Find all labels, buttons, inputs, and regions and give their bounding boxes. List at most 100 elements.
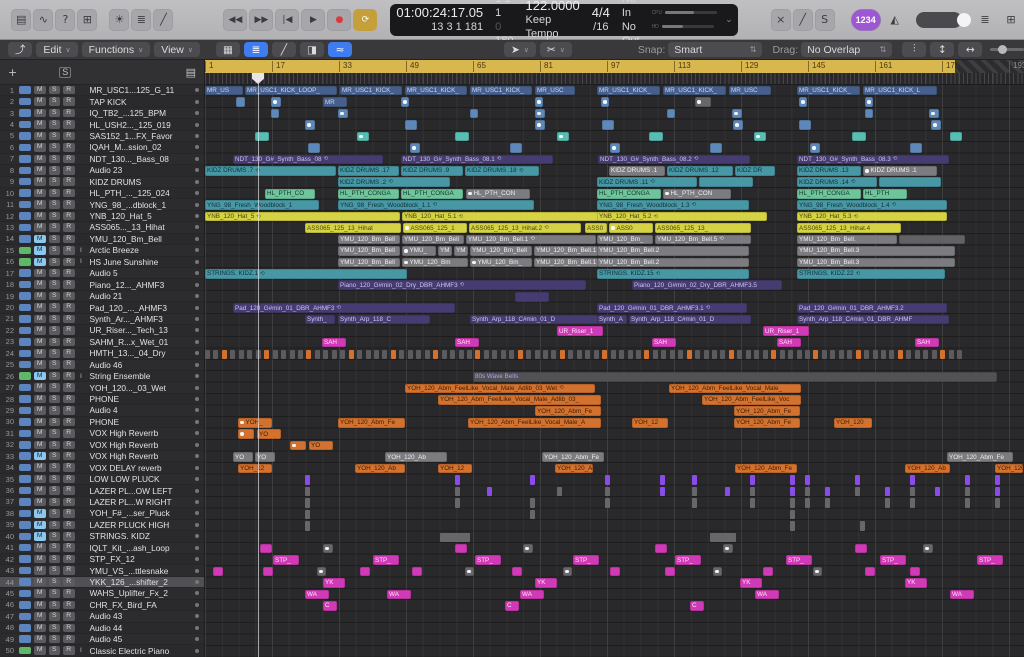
region[interactable] (323, 544, 333, 554)
track-header-row[interactable]: 18MSRPiano_12..._AHMF3 (0, 279, 204, 290)
region[interactable]: YOH_12 (632, 418, 668, 428)
region[interactable]: ASS065_125_13_Hihat.4 (797, 223, 901, 233)
midi-note-region[interactable] (605, 475, 610, 485)
region[interactable]: MR_USC1_KICK_ (340, 86, 402, 96)
mute-button[interactable]: M (34, 177, 46, 186)
region[interactable] (763, 567, 773, 577)
region[interactable]: WA (755, 590, 779, 600)
track-name[interactable]: LAZER PLUCK HIGH (86, 520, 193, 530)
region[interactable] (733, 120, 743, 130)
track-header-row[interactable]: 28MSRPHONE (0, 394, 204, 405)
solo-button[interactable]: S (49, 635, 61, 644)
region[interactable]: HL_PTH_CON (466, 189, 530, 199)
region[interactable] (899, 235, 965, 245)
percussion-hit-region[interactable] (704, 350, 709, 359)
region[interactable] (238, 429, 254, 439)
region[interactable]: YOH_ (238, 418, 272, 428)
record-enable-button[interactable]: R (63, 200, 75, 209)
solo-button[interactable]: S (49, 189, 61, 198)
mute-button[interactable]: M (34, 383, 46, 392)
midi-note-region[interactable] (910, 498, 915, 508)
region[interactable]: YO (233, 452, 253, 462)
midi-note-region[interactable] (605, 498, 610, 508)
track-header-row[interactable]: 37MSRLAZER PL...W RIGHT (0, 497, 204, 508)
percussion-hit-region-orange[interactable] (264, 350, 269, 359)
mute-button[interactable]: M (34, 155, 46, 164)
percussion-hit-region-orange[interactable] (222, 350, 227, 359)
region[interactable] (865, 97, 873, 107)
track-name[interactable]: Arctic Breeze (86, 245, 193, 255)
percussion-hit-region-orange[interactable] (644, 350, 649, 359)
region[interactable]: C (323, 601, 337, 611)
record-enable-button[interactable]: R (63, 303, 75, 312)
midi-note-region[interactable] (660, 487, 665, 497)
region[interactable]: YMU_120_Bm_Bell. (797, 235, 897, 245)
region[interactable]: SAH (455, 338, 479, 348)
percussion-hit-region[interactable] (957, 350, 962, 359)
percussion-hit-region[interactable] (788, 350, 793, 359)
region[interactable] (754, 132, 766, 142)
track-header-row[interactable]: 9MSRKIDZ DRUMS (0, 177, 204, 188)
region[interactable] (360, 567, 370, 577)
region[interactable]: KIDZ DRUMS .12 (667, 166, 733, 176)
midi-note-region[interactable] (855, 475, 860, 485)
track-header-row[interactable]: 42MSRSTP_FX_12 (0, 554, 204, 565)
region[interactable]: HL_PTH_CONGA (338, 189, 399, 199)
track-header-row[interactable]: 20MSRPad_120_..._AHMF3 (0, 302, 204, 313)
solo-button[interactable]: S (49, 475, 61, 484)
region[interactable]: YNB_120_Hat_5.1⟲ (402, 212, 612, 222)
mute-button[interactable]: M (34, 441, 46, 450)
region[interactable]: YOH_120_Abm_Fe (338, 418, 405, 428)
mute-button[interactable]: M (34, 372, 46, 381)
region[interactable] (910, 143, 922, 153)
percussion-hit-region[interactable] (399, 350, 404, 359)
region[interactable]: KIDZ DRUMS .18⟲ (465, 166, 539, 176)
region[interactable] (723, 544, 733, 554)
record-enable-button[interactable]: R (63, 246, 75, 255)
track-name[interactable]: LAZER PL...OW LEFT (86, 486, 193, 496)
region[interactable] (699, 177, 753, 187)
volume-knob[interactable] (957, 13, 971, 27)
track-header-row[interactable]: 36MSRLAZER PL...OW LEFT (0, 485, 204, 496)
percussion-hit-region[interactable] (915, 350, 920, 359)
region[interactable] (236, 97, 245, 107)
midi-note-region[interactable] (790, 510, 795, 520)
track-header-row[interactable]: 17MSRAudio 5 (0, 268, 204, 279)
track-name[interactable]: Classic Electric Piano (86, 646, 193, 656)
record-enable-button[interactable]: R (63, 143, 75, 152)
region[interactable]: YOH_120_Abm_Fe (735, 464, 797, 474)
input-monitor-button[interactable]: I (77, 373, 86, 380)
view-menu[interactable]: View∨ (154, 42, 200, 57)
region[interactable]: KIDZ DRUMS .11⟲ (597, 177, 697, 187)
region[interactable]: STP_ (475, 555, 501, 565)
region[interactable]: YOH_120 (834, 418, 872, 428)
record-enable-button[interactable]: R (63, 555, 75, 564)
mixer-icon[interactable]: ≣ (131, 9, 151, 31)
mute-button[interactable]: M (34, 338, 46, 347)
region[interactable] (923, 544, 933, 554)
track-header-row[interactable]: 38MSRYOH_F#_...ser_Pluck (0, 508, 204, 519)
region[interactable]: YOH_120_Ab (555, 464, 593, 474)
solo-button[interactable]: S (49, 383, 61, 392)
percussion-hit-region[interactable] (670, 350, 675, 359)
midi-note-region[interactable] (692, 487, 697, 497)
region[interactable] (667, 109, 675, 119)
solo-button[interactable]: S (49, 360, 61, 369)
midi-note-region[interactable] (750, 498, 755, 508)
region[interactable]: YOH_120 (995, 464, 1023, 474)
solo-button[interactable]: S (49, 498, 61, 507)
region[interactable] (405, 120, 417, 130)
region[interactable]: YOH_120_Abm_Fe (542, 452, 604, 462)
mute-button[interactable]: M (34, 269, 46, 278)
region[interactable] (865, 109, 873, 119)
midi-note-region[interactable] (305, 510, 310, 520)
region[interactable]: YOH_120_Abm_FeelLike_Vocal_Male_ (669, 384, 801, 394)
solo-button[interactable]: S (49, 155, 61, 164)
track-name[interactable]: STRINGS. KIDZ (86, 531, 193, 541)
midi-note-region[interactable] (530, 498, 535, 508)
percussion-hit-region[interactable] (577, 350, 582, 359)
mute-button[interactable]: M (34, 646, 46, 655)
cycle-region[interactable] (205, 60, 955, 73)
midi-note-region[interactable] (790, 487, 795, 497)
midi-note-region[interactable] (660, 475, 665, 485)
